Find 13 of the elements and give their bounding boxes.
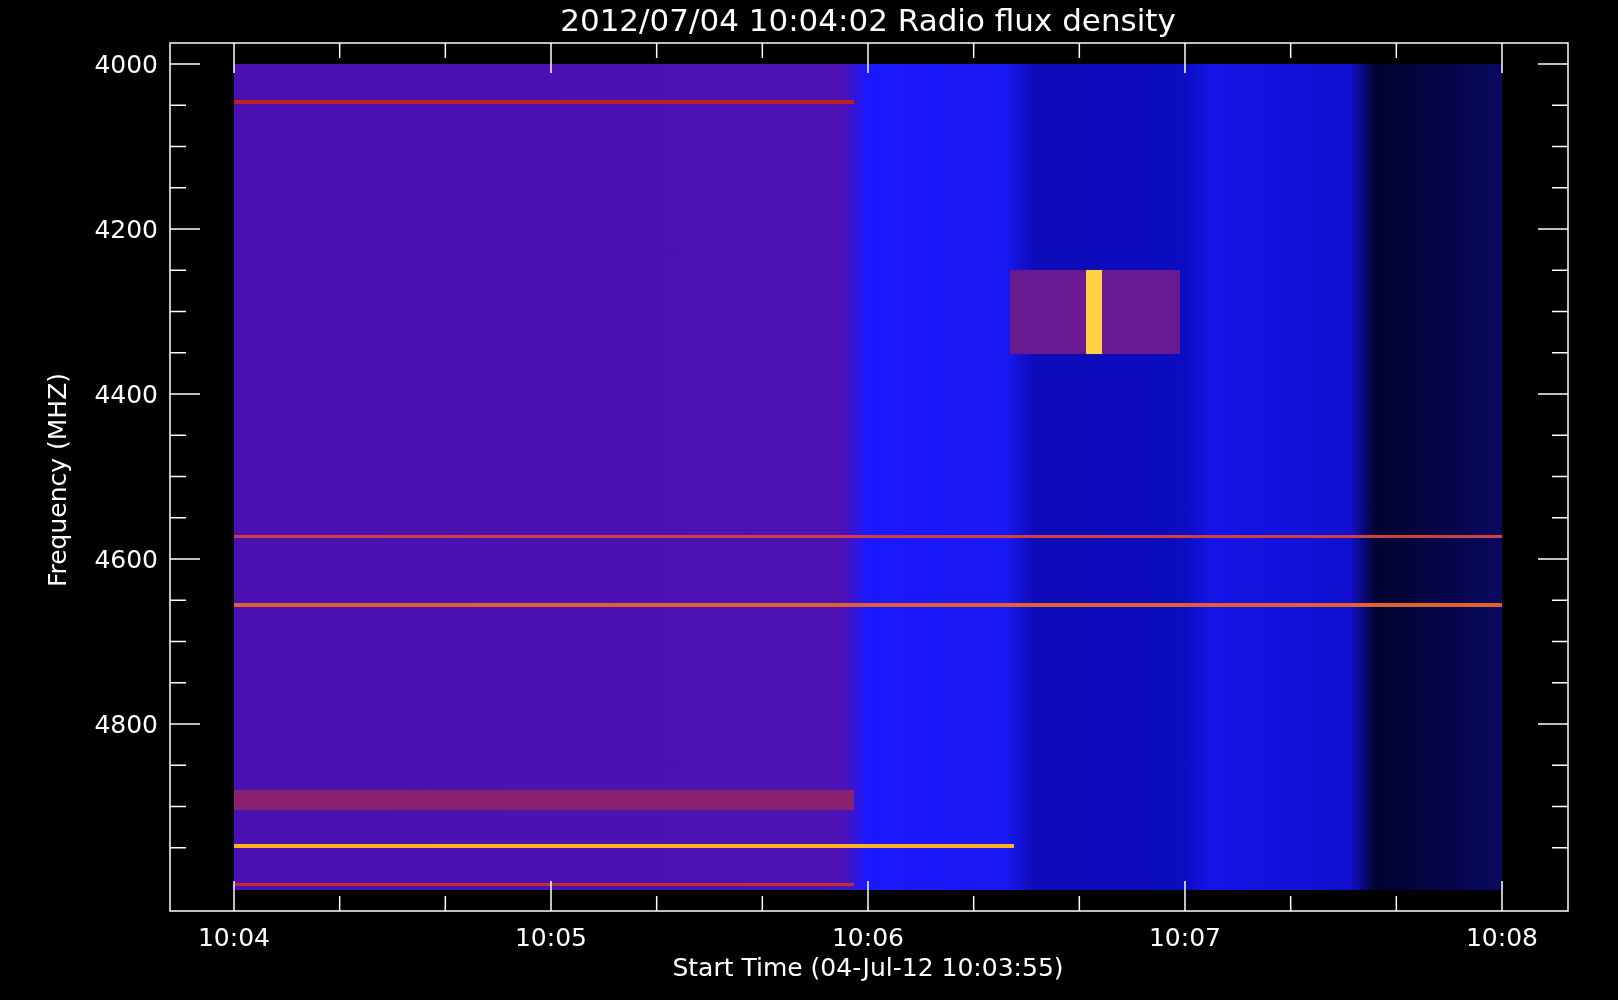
y-tick-label: 4400 [94, 380, 158, 409]
y-axis-label: Frequency (MHZ) [43, 372, 72, 588]
chart-title: 2012/07/04 10:04:02 Radio flux density [560, 2, 1176, 38]
x-tick-label: 10:08 [1466, 923, 1538, 952]
y-tick-label: 4600 [94, 545, 158, 574]
x-tick-label: 10:05 [515, 923, 587, 952]
x-tick-label: 10:04 [198, 923, 270, 952]
x-axis-label: Start Time (04-Jul-12 10:03:55) [672, 953, 1064, 982]
y-tick-label: 4000 [94, 50, 158, 79]
x-tick-label: 10:07 [1149, 923, 1221, 952]
y-tick-label: 4200 [94, 215, 158, 244]
x-tick-label: 10:06 [832, 923, 904, 952]
y-tick-label: 4800 [94, 710, 158, 739]
